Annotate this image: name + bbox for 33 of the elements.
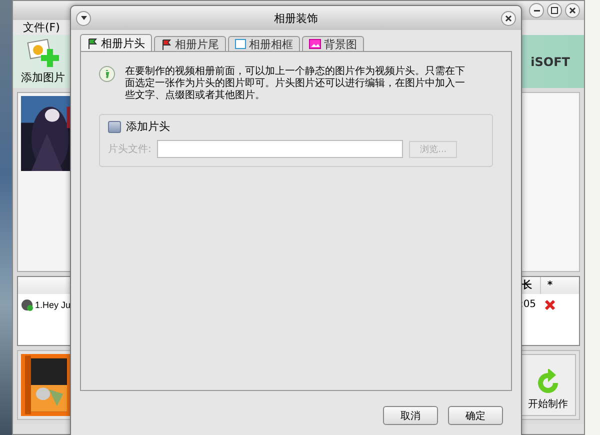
dropdown-button[interactable] <box>76 10 91 26</box>
minimize-button[interactable] <box>529 3 544 18</box>
tab[interactable]: 相册片尾 <box>154 36 226 51</box>
field-label: 片头文件: <box>108 142 152 156</box>
dialog-title: 相册装饰 <box>274 10 318 26</box>
frame-icon <box>235 39 246 49</box>
info-text: 在要制作的视频相册前面，可以加上一个静态的图片作为视频片头。只需在下面选定一张作为片头的图片即可。片头图片还可以进行编辑，在图片中加入一些文字、点缀图或者其他图片。 <box>125 66 465 102</box>
tab[interactable]: 相册相框 <box>228 36 300 51</box>
disc-icon <box>21 299 33 312</box>
info-icon <box>99 66 115 82</box>
maximize-icon <box>551 7 558 14</box>
flag-icon <box>87 38 98 48</box>
close-icon <box>505 14 512 22</box>
song-name: 1.Hey Ju <box>21 299 71 312</box>
checkbox-label: 添加片头 <box>126 119 170 134</box>
maximize-button[interactable] <box>547 3 562 18</box>
delete-icon[interactable] <box>544 299 556 312</box>
start-button[interactable]: 开始制作 <box>520 354 576 416</box>
close-button[interactable] <box>565 3 580 18</box>
minimize-icon <box>534 10 540 12</box>
add-picture-button[interactable]: 添加图片 <box>21 38 65 85</box>
image-icon <box>309 39 321 49</box>
menu-item[interactable]: 文件(F) <box>23 20 60 36</box>
close-button[interactable] <box>501 10 516 26</box>
ok-button[interactable]: 确定 <box>448 406 503 425</box>
cancel-button[interactable]: 取消 <box>383 406 438 425</box>
add-image-icon <box>27 38 59 67</box>
tab[interactable]: 背景图 <box>302 36 364 51</box>
flag-icon <box>161 38 172 50</box>
close-icon <box>569 7 576 14</box>
column-header[interactable]: * <box>540 277 559 294</box>
logo: iSOFT <box>530 54 570 69</box>
tab[interactable]: 相册片头 <box>80 34 152 51</box>
